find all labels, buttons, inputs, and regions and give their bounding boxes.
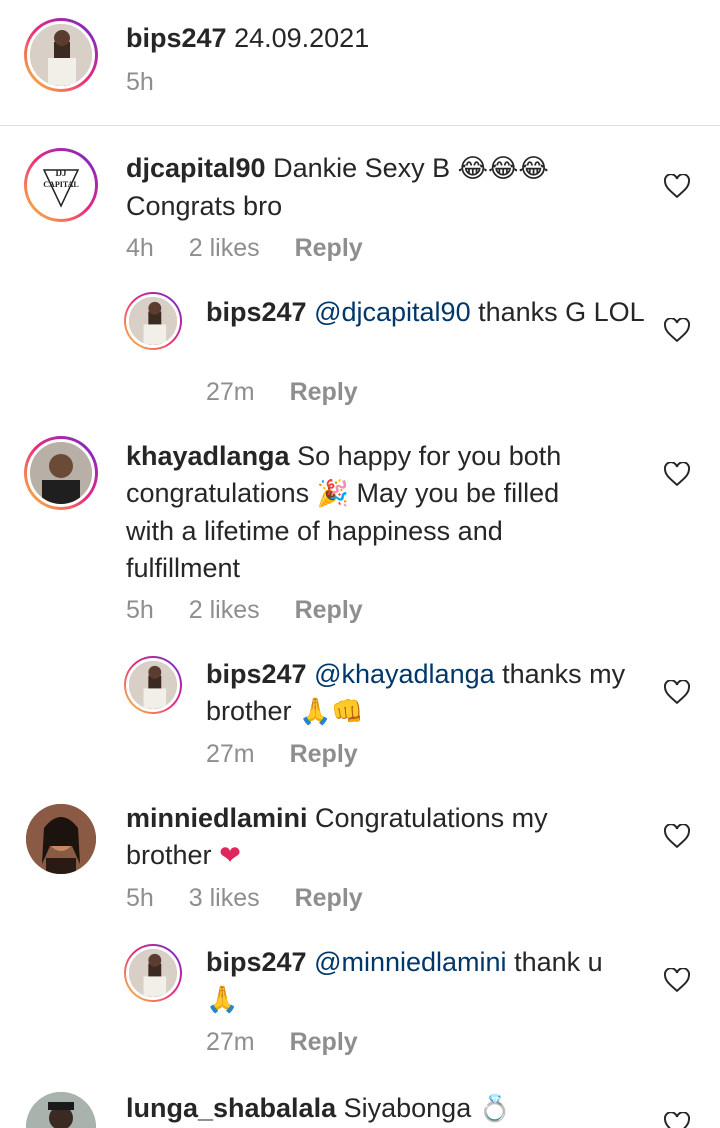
comment-meta: 4h 2 likes Reply <box>126 234 391 263</box>
reply-time: 27m <box>206 740 255 768</box>
comment-text: lunga_shabalala Siyabonga 💍 <box>126 1090 586 1128</box>
reply-button[interactable]: Reply <box>295 234 363 262</box>
caption-text: 24.09.2021 <box>234 23 370 53</box>
reply-username[interactable]: bips247 <box>206 947 307 977</box>
post-caption: bips247 24.09.2021 5h <box>0 0 720 126</box>
mention-link[interactable]: @khayadlanga <box>314 659 495 689</box>
heart-icon[interactable] <box>664 462 690 486</box>
caption-line: bips247 24.09.2021 <box>126 20 369 56</box>
comment-likes[interactable]: 2 likes <box>189 596 260 624</box>
reply-time: 27m <box>206 378 255 406</box>
comment-meta: 5h 3 likes Reply <box>126 884 391 913</box>
comment-body: Siyabonga <box>343 1093 479 1123</box>
comment-likes[interactable]: 3 likes <box>189 884 260 912</box>
heart-icon[interactable] <box>664 824 690 848</box>
reply-meta: 27m Reply <box>206 378 386 407</box>
reply-text: bips247 @khayadlanga thanks my brother 🙏… <box>206 656 646 731</box>
reply-body: thank u <box>506 947 603 977</box>
commenter-avatar[interactable] <box>26 804 96 874</box>
reply-time: 27m <box>206 1028 255 1056</box>
mention-link[interactable]: @minniedlamini <box>314 947 506 977</box>
reply-username[interactable]: bips247 <box>206 659 307 689</box>
comment-likes[interactable]: 2 likes <box>189 234 260 262</box>
reply-avatar[interactable] <box>124 944 182 1002</box>
heart-icon[interactable] <box>664 1112 690 1128</box>
reply-username[interactable]: bips247 <box>206 297 307 327</box>
heart-icon[interactable] <box>664 680 690 704</box>
heart-icon[interactable] <box>664 968 690 992</box>
ring-emoji: 💍 <box>478 1094 512 1124</box>
reply-meta: 27m Reply <box>206 740 386 769</box>
mention-link[interactable]: @djcapital90 <box>314 297 471 327</box>
reply-meta: 27m Reply <box>206 1028 386 1057</box>
caption-time: 5h <box>126 68 154 96</box>
reply-avatar[interactable] <box>124 292 182 350</box>
reply-button[interactable]: Reply <box>290 378 358 406</box>
dj-capital-logo: DJ CAPITAL <box>30 154 92 216</box>
comment-time: 5h <box>126 884 154 912</box>
heart-icon[interactable] <box>664 318 690 342</box>
reply-body: thanks G LOL <box>470 297 645 327</box>
comment-time: 4h <box>126 234 154 262</box>
reply-button[interactable]: Reply <box>290 740 358 768</box>
comment-username[interactable]: lunga_shabalala <box>126 1093 336 1123</box>
comment-username[interactable]: minniedlamini <box>126 803 308 833</box>
pray-fist-emoji: 🙏👊 <box>299 697 364 727</box>
reply-avatar[interactable] <box>124 656 182 714</box>
commenter-avatar[interactable] <box>24 436 98 510</box>
comment-text: minniedlamini Congratulations my brother… <box>126 800 586 875</box>
party-popper-emoji: 🎉 <box>316 479 349 509</box>
comments-page: bips247 24.09.2021 5h DJ CAPITAL djcapit… <box>0 0 720 1128</box>
comment-body: Dankie Sexy B <box>273 153 458 183</box>
comment-body-2: Congrats bro <box>126 191 283 221</box>
comment-time: 5h <box>126 596 154 624</box>
pray-emoji: 🙏 <box>206 985 239 1015</box>
comment-username[interactable]: khayadlanga <box>126 441 290 471</box>
caption-avatar[interactable] <box>24 18 98 92</box>
reply-button[interactable]: Reply <box>295 884 363 912</box>
comment-text: khayadlanga So happy for you both congra… <box>126 438 586 587</box>
reply-button[interactable]: Reply <box>295 596 363 624</box>
comment-meta: 5h 2 likes Reply <box>126 596 391 625</box>
reply-text: bips247 @minniedlamini thank u 🙏 <box>206 944 646 1019</box>
reply-button[interactable]: Reply <box>290 1028 358 1056</box>
reply-text: bips247 @djcapital90 thanks G LOL <box>206 294 646 331</box>
comment-text: djcapital90 Dankie Sexy B 😂😂😂 Congrats b… <box>126 150 586 225</box>
heart-icon[interactable] <box>664 174 690 198</box>
commenter-avatar[interactable]: DJ CAPITAL <box>24 148 98 222</box>
commenter-avatar[interactable] <box>26 1092 96 1128</box>
red-heart-emoji: ❤ <box>219 841 241 871</box>
caption-username[interactable]: bips247 <box>126 23 227 53</box>
laughing-emoji: 😂😂😂 <box>457 154 549 184</box>
comment-username[interactable]: djcapital90 <box>126 153 266 183</box>
